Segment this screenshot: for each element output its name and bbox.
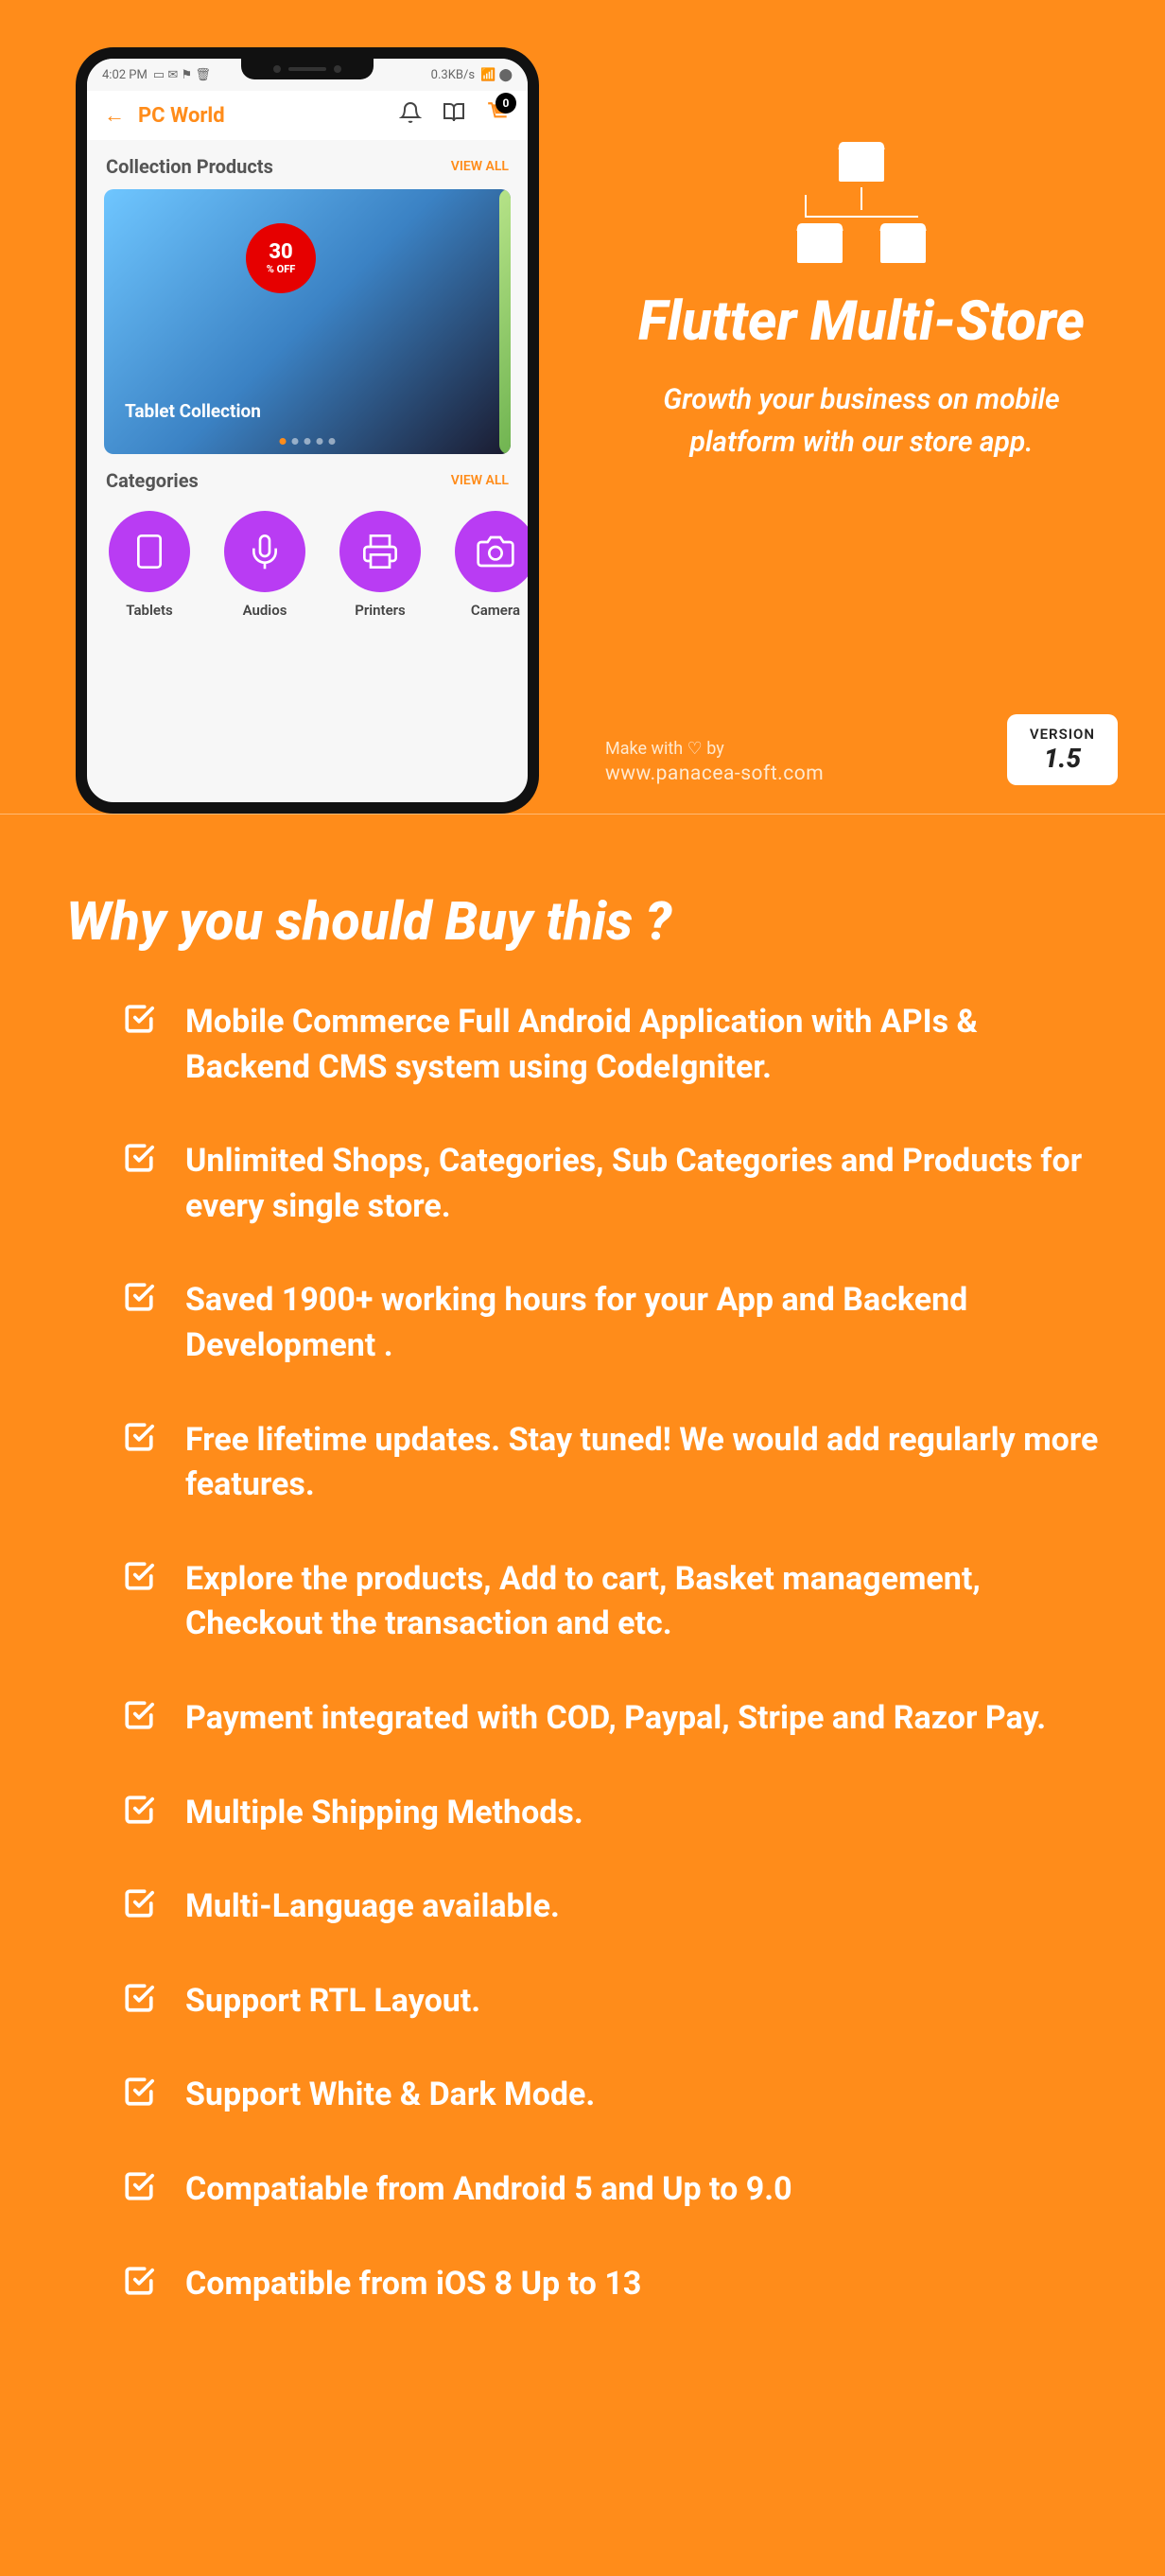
features-list: Mobile Commerce Full Android Application… — [66, 1000, 1099, 2306]
status-net: 0.3KB/s — [431, 68, 475, 82]
feature-text: Support White & Dark Mode. — [185, 2073, 595, 2118]
collection-view-all[interactable]: VIEW ALL — [451, 159, 509, 174]
feature-item: Support RTL Layout. — [123, 1979, 1099, 2024]
check-icon — [123, 2170, 155, 2202]
offer-off-text: % OFF — [267, 263, 296, 275]
check-icon — [123, 1887, 155, 1919]
status-signal-icon: 📶 ⬤ — [480, 68, 513, 82]
version-number: 1.5 — [1030, 743, 1095, 774]
made-with: Make with ♡ by www.panacea-soft.com — [605, 739, 824, 785]
made-prefix: Make with — [605, 739, 683, 759]
banner-next-peek — [499, 189, 511, 454]
hero-section: 4:02 PM ▭ ✉ ⚑ 🗑 0.3KB/s 📶 ⬤ ← PC World — [0, 0, 1165, 815]
category-label: Audios — [243, 602, 287, 619]
check-icon — [123, 1281, 155, 1313]
cart-badge: 0 — [496, 93, 516, 114]
feature-text: Multiple Shipping Methods. — [185, 1791, 583, 1836]
features-section: Why you should Buy this ? Mobile Commerc… — [0, 815, 1165, 2450]
categories-title: Categories — [106, 469, 199, 492]
feature-text: Compatiable from Android 5 and Up to 9.0 — [185, 2167, 792, 2213]
hero-content: Flutter Multi-Store Growth your business… — [577, 0, 1165, 814]
camera-icon — [455, 511, 528, 592]
feature-item: Mobile Commerce Full Android Application… — [123, 1000, 1099, 1090]
feature-text: Explore the products, Add to cart, Baske… — [185, 1557, 1099, 1647]
feature-text: Support RTL Layout. — [185, 1979, 480, 2024]
feature-item: Free lifetime updates. Stay tuned! We wo… — [123, 1418, 1099, 1508]
feature-item: Payment integrated with COD, Paypal, Str… — [123, 1696, 1099, 1742]
status-notif-icon: ▭ ✉ ⚑ 🗑 — [153, 68, 211, 82]
category-label: Printers — [355, 602, 406, 619]
author-url: www.panacea-soft.com — [605, 762, 824, 785]
banner-pagination — [280, 438, 336, 445]
category-label: Camera — [471, 602, 520, 619]
category-camera[interactable]: Camera — [450, 511, 528, 619]
feature-item: Multi-Language available. — [123, 1884, 1099, 1930]
feature-text: Payment integrated with COD, Paypal, Str… — [185, 1696, 1046, 1742]
feature-text: Saved 1900+ working hours for your App a… — [185, 1278, 1099, 1368]
banner-label: Tablet Collection — [125, 400, 261, 422]
made-suffix: by — [706, 739, 724, 759]
check-icon — [123, 1003, 155, 1035]
feature-item: Multiple Shipping Methods. — [123, 1791, 1099, 1836]
feature-item: Explore the products, Add to cart, Baske… — [123, 1557, 1099, 1647]
feature-text: Unlimited Shops, Categories, Sub Categor… — [185, 1139, 1099, 1229]
feature-item: Support White & Dark Mode. — [123, 2073, 1099, 2118]
categories-row: Tablets Audios Printers Camera — [87, 503, 528, 626]
feature-item: Compatiable from Android 5 and Up to 9.0 — [123, 2167, 1099, 2213]
category-label: Tablets — [126, 602, 172, 619]
feature-text: Multi-Language available. — [185, 1884, 560, 1930]
version-badge: VERSION 1.5 — [1007, 714, 1118, 785]
categories-view-all[interactable]: VIEW ALL — [451, 473, 509, 488]
collection-header: Collection Products VIEW ALL — [87, 140, 528, 189]
book-icon[interactable] — [443, 101, 465, 130]
tablet-icon — [109, 511, 190, 592]
phone-mockup: 4:02 PM ▭ ✉ ⚑ 🗑 0.3KB/s 📶 ⬤ ← PC World — [76, 47, 539, 814]
category-audios[interactable]: Audios — [219, 511, 310, 619]
check-icon — [123, 2076, 155, 2108]
check-icon — [123, 1560, 155, 1592]
feature-item: Saved 1900+ working hours for your App a… — [123, 1278, 1099, 1368]
audio-icon — [224, 511, 305, 592]
check-icon — [123, 1794, 155, 1826]
offer-badge: 30 % OFF — [246, 223, 316, 293]
multi-store-icon — [797, 142, 926, 263]
phone-notch — [241, 59, 374, 79]
offer-number: 30 — [269, 242, 292, 263]
feature-text: Compatible from iOS 8 Up to 13 — [185, 2262, 641, 2307]
check-icon — [123, 2265, 155, 2297]
collection-title: Collection Products — [106, 155, 273, 178]
status-time: 4:02 PM — [102, 68, 148, 82]
feature-text: Mobile Commerce Full Android Application… — [185, 1000, 1099, 1090]
feature-item: Unlimited Shops, Categories, Sub Categor… — [123, 1139, 1099, 1229]
categories-header: Categories VIEW ALL — [87, 454, 528, 503]
version-label: VERSION — [1030, 726, 1095, 743]
check-icon — [123, 1421, 155, 1453]
heart-icon: ♡ — [687, 739, 703, 759]
back-arrow-icon[interactable]: ← — [104, 103, 125, 128]
check-icon — [123, 1982, 155, 2014]
collection-banner[interactable]: 30 % OFF Tablet Collection — [104, 189, 511, 454]
appbar: ← PC World 0 — [87, 91, 528, 140]
check-icon — [123, 1699, 155, 1731]
category-printers[interactable]: Printers — [335, 511, 426, 619]
feature-item: Compatible from iOS 8 Up to 13 — [123, 2262, 1099, 2307]
check-icon — [123, 1142, 155, 1174]
hero-title: Flutter Multi-Store — [638, 289, 1085, 354]
hero-subtitle: Growth your business on mobile platform … — [635, 378, 1088, 464]
category-tablets[interactable]: Tablets — [104, 511, 195, 619]
feature-text: Free lifetime updates. Stay tuned! We wo… — [185, 1418, 1099, 1508]
bell-icon[interactable] — [399, 101, 422, 130]
features-heading: Why you should Buy this ? — [66, 890, 1099, 953]
printer-icon — [339, 511, 421, 592]
appbar-title: PC World — [138, 104, 225, 128]
